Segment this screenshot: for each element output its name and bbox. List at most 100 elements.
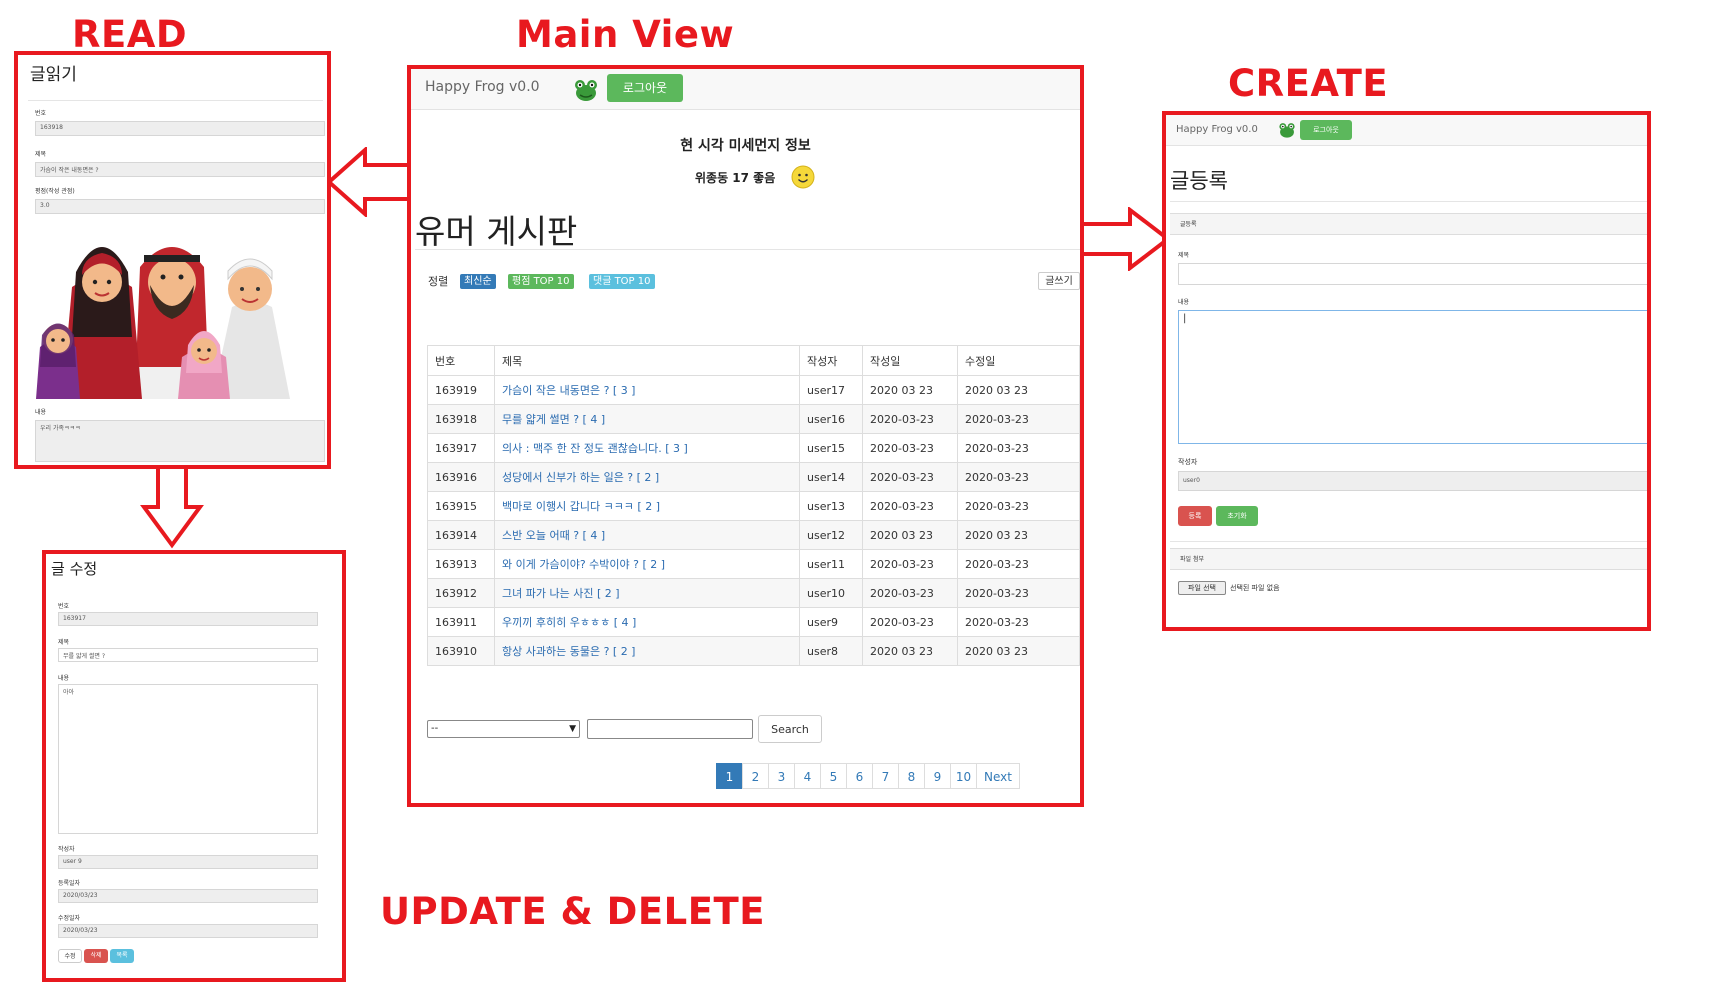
table-row[interactable]: 163916 성당에서 신부가 하는 일은 ? [ 2 ] user14 2020-0… <box>427 462 1080 492</box>
col-writer: 작성자 <box>799 345 863 376</box>
row-title-link[interactable]: 가슴이 작은 내동면은 ? [ 3 ] <box>494 375 800 405</box>
create-logout-button[interactable]: 로그아웃 <box>1300 120 1352 140</box>
create-title-field[interactable] <box>1178 263 1647 285</box>
update-label-mod: 수정일자 <box>58 915 81 922</box>
create-content-field[interactable]: | <box>1178 310 1647 444</box>
update-edit-button[interactable]: 수정 <box>58 949 82 963</box>
write-button[interactable]: 글쓰기 <box>1038 272 1080 290</box>
row-no: 163910 <box>427 636 495 666</box>
table-row[interactable]: 163911 우끼끼 후히히 우ㅎㅎㅎ [ 4 ] user9 2020-03-23 2… <box>427 607 1080 637</box>
row-no: 163911 <box>427 607 495 637</box>
search-select[interactable]: -- ▼ <box>427 720 580 738</box>
frog-icon <box>1279 123 1295 138</box>
row-writer: user17 <box>799 375 863 405</box>
table-row[interactable]: 163918 무를 얇게 썰면 ? [ 4 ] user16 2020-03-23 20… <box>427 404 1080 434</box>
row-modified: 2020-03-23 <box>957 433 1080 463</box>
row-modified: 2020-03-23 <box>957 404 1080 434</box>
row-title-link[interactable]: 무를 얇게 썰면 ? [ 4 ] <box>494 404 800 434</box>
page-5-button[interactable]: 5 <box>820 763 847 789</box>
update-list-button[interactable]: 목록 <box>110 949 134 963</box>
read-title: 글읽기 <box>30 65 77 85</box>
row-title-link[interactable]: 스반 오늘 어때 ? [ 4 ] <box>494 520 800 550</box>
page-7-button[interactable]: 7 <box>872 763 899 789</box>
row-title-link[interactable]: 와 이게 가슴이야? 수박이야 ? [ 2 ] <box>494 549 800 579</box>
update-no-field[interactable]: 163917 <box>58 612 318 626</box>
table-row[interactable]: 163915 백마로 이행시 갑니다 ㅋㅋㅋ [ 2 ] user13 2020-03… <box>427 491 1080 521</box>
update-title-field[interactable]: 무를 얇게 썰면 ? <box>58 648 318 662</box>
page-1-button[interactable]: 1 <box>716 763 743 789</box>
update-reg-field[interactable]: 2020/03/23 <box>58 889 318 903</box>
search-select-value: -- <box>431 723 439 734</box>
board-header-row: 번호 제목 작성자 작성일 수정일 <box>427 345 1080 376</box>
family-illustration <box>36 247 290 399</box>
read-label-no: 번호 <box>35 110 47 117</box>
row-modified: 2020-03-23 <box>957 549 1080 579</box>
table-row[interactable]: 163917 의사 : 맥주 한 잔 정도 괜찮습니다. [ 3 ] user15 2… <box>427 433 1080 463</box>
page-2-button[interactable]: 2 <box>742 763 769 789</box>
row-created: 2020-03-23 <box>862 578 958 608</box>
row-title-link[interactable]: 의사 : 맥주 한 잔 정도 괜찮습니다. [ 3 ] <box>494 433 800 463</box>
frog-icon <box>575 80 597 101</box>
page-6-button[interactable]: 6 <box>846 763 873 789</box>
smiley-icon <box>791 165 815 189</box>
create-panel: Happy Frog v0.0 로그아웃 글등록 글등록 제목 내용 | 작성자… <box>1162 111 1651 631</box>
create-navbar: Happy Frog v0.0 로그아웃 <box>1166 115 1647 146</box>
read-no-field[interactable]: 163918 <box>35 121 325 136</box>
create-writer-field[interactable]: user0 <box>1178 471 1647 491</box>
create-brand[interactable]: Happy Frog v0.0 <box>1176 124 1258 135</box>
sort-comment-button[interactable]: 댓글 TOP 10 <box>589 274 655 289</box>
table-row[interactable]: 163912 그녀 파가 나는 사진 [ 2 ] user10 2020-03-23 2… <box>427 578 1080 608</box>
main-brand[interactable]: Happy Frog v0.0 <box>425 79 540 95</box>
row-modified: 2020 03 23 <box>957 520 1080 550</box>
sort-rating-button[interactable]: 평점 TOP 10 <box>508 274 574 289</box>
table-row[interactable]: 163914 스반 오늘 어때 ? [ 4 ] user12 2020 03 23 20… <box>427 520 1080 550</box>
row-created: 2020 03 23 <box>862 636 958 666</box>
create-reset-button[interactable]: 초기화 <box>1216 506 1258 526</box>
search-input[interactable] <box>587 719 753 739</box>
sort-label: 정렬 <box>428 275 449 288</box>
table-row[interactable]: 163913 와 이게 가슴이야? 수박이야 ? [ 2 ] user11 2020-… <box>427 549 1080 579</box>
row-created: 2020-03-23 <box>862 462 958 492</box>
col-no: 번호 <box>427 345 495 376</box>
col-created: 작성일 <box>862 345 958 376</box>
chevron-down-icon: ▼ <box>569 724 576 734</box>
row-modified: 2020-03-23 <box>957 491 1080 521</box>
search-button[interactable]: Search <box>758 715 822 743</box>
row-no: 163913 <box>427 549 495 579</box>
board-table: 번호 제목 작성자 작성일 수정일 163919 가슴이 작은 내동면은 ? [ … <box>427 345 1080 666</box>
read-rating-field[interactable]: 3.0 <box>35 199 325 214</box>
read-content-field[interactable]: 우리 가족ㅋㅋㅋ <box>35 420 325 462</box>
board-title: 유머 게시판 <box>415 212 578 251</box>
page-8-button[interactable]: 8 <box>898 763 925 789</box>
update-content-field[interactable]: 아아 <box>58 684 318 834</box>
main-logout-button[interactable]: 로그아웃 <box>607 74 683 102</box>
update-delete-button[interactable]: 삭제 <box>84 949 108 963</box>
dust-title: 현 시각 미세먼지 정보 <box>680 138 811 154</box>
main-view-heading: Main View <box>516 13 735 56</box>
table-row[interactable]: 163919 가슴이 작은 내동면은 ? [ 3 ] user17 2020 03 2… <box>427 375 1080 405</box>
row-title-link[interactable]: 백마로 이행시 갑니다 ㅋㅋㅋ [ 2 ] <box>494 491 800 521</box>
row-title-link[interactable]: 우끼끼 후히히 우ㅎㅎㅎ [ 4 ] <box>494 607 800 637</box>
table-row[interactable]: 163910 항상 사과하는 동물은 ? [ 2 ] user8 2020 03 23… <box>427 636 1080 666</box>
sort-latest-button[interactable]: 최신순 <box>460 274 496 289</box>
file-choose-button[interactable]: 파일 선택 <box>1178 581 1226 595</box>
row-no: 163914 <box>427 520 495 550</box>
next-page-button[interactable]: Next <box>976 763 1020 789</box>
page-3-button[interactable]: 3 <box>768 763 795 789</box>
row-title-link[interactable]: 성당에서 신부가 하는 일은 ? [ 2 ] <box>494 462 800 492</box>
create-file-panel: 파일 첨부 <box>1170 548 1647 570</box>
page-9-button[interactable]: 9 <box>924 763 951 789</box>
row-created: 2020-03-23 <box>862 607 958 637</box>
page-10-button[interactable]: 10 <box>950 763 977 789</box>
file-status: 선택된 파일 없음 <box>1230 584 1280 592</box>
page-4-button[interactable]: 4 <box>794 763 821 789</box>
col-modified: 수정일 <box>957 345 1080 376</box>
pagination: 1 2 3 4 5 6 7 8 9 10 Next <box>716 763 1020 789</box>
row-title-link[interactable]: 항상 사과하는 동물은 ? [ 2 ] <box>494 636 800 666</box>
update-writer-field[interactable]: user 9 <box>58 855 318 869</box>
update-mod-field[interactable]: 2020/03/23 <box>58 924 318 938</box>
row-title-link[interactable]: 그녀 파가 나는 사진 [ 2 ] <box>494 578 800 608</box>
read-title-field[interactable]: 가슴이 작은 내동면은 ? <box>35 162 325 177</box>
create-submit-button[interactable]: 등록 <box>1178 506 1212 526</box>
main-view-panel: Happy Frog v0.0 로그아웃 현 시각 미세먼지 정보 위종동 17… <box>407 65 1084 807</box>
